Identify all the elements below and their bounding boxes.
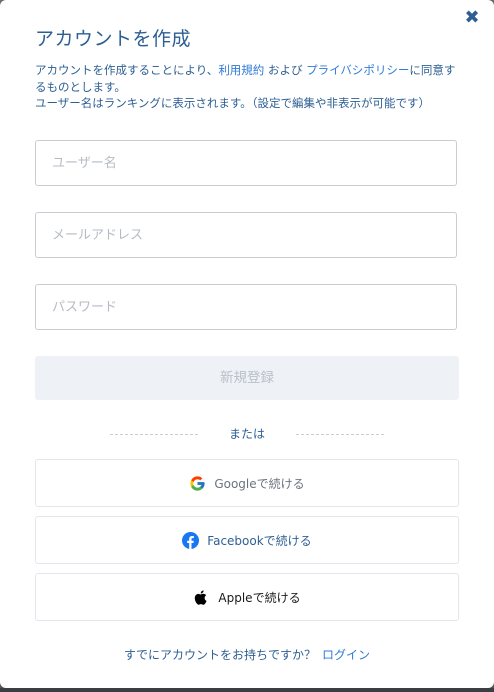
signup-modal: ✖ アカウントを作成 アカウントを作成することにより、利用規約 および プライバ…	[0, 0, 494, 688]
intro-text-between: および	[264, 63, 307, 77]
apple-continue-label: Appleで続ける	[218, 590, 301, 605]
close-button[interactable]: ✖	[462, 8, 482, 28]
login-link[interactable]: ログイン	[322, 648, 370, 662]
close-icon: ✖	[464, 7, 480, 28]
facebook-continue-button[interactable]: Facebookで続ける	[35, 516, 459, 564]
facebook-continue-label: Facebookで続ける	[207, 533, 312, 548]
apple-icon	[193, 589, 210, 606]
google-continue-label: Googleで続ける	[214, 476, 305, 491]
facebook-icon	[182, 531, 200, 549]
intro-text: アカウントを作成することにより、利用規約 および プライバシポリシーに同意するも…	[35, 62, 465, 112]
email-input[interactable]	[36, 213, 456, 257]
divider-line-right	[296, 434, 384, 435]
or-divider: または	[110, 426, 384, 442]
username-input[interactable]	[36, 141, 456, 185]
intro-text-before-terms: アカウントを作成することにより、	[35, 63, 219, 77]
password-field-wrapper	[35, 284, 457, 330]
username-field-wrapper	[35, 140, 457, 186]
google-icon	[189, 475, 206, 492]
login-prompt: すでにアカウントをお持ちですか？ ログイン	[0, 646, 494, 663]
google-continue-button[interactable]: Googleで続ける	[35, 459, 459, 507]
password-input[interactable]	[36, 285, 456, 329]
modal-title: アカウントを作成	[35, 28, 192, 50]
intro-username-note: ユーザー名はランキングに表示されます。（設定で編集や非表示が可能です）	[35, 96, 431, 110]
background-page-strip	[0, 688, 494, 692]
apple-continue-button[interactable]: Appleで続ける	[35, 573, 459, 621]
login-prompt-question: すでにアカウントをお持ちですか？	[123, 648, 317, 662]
signup-submit-button[interactable]: 新規登録	[35, 356, 459, 400]
privacy-policy-link[interactable]: プライバシポリシー	[306, 63, 409, 77]
terms-link[interactable]: 利用規約	[218, 63, 264, 77]
email-field-wrapper	[35, 212, 457, 258]
